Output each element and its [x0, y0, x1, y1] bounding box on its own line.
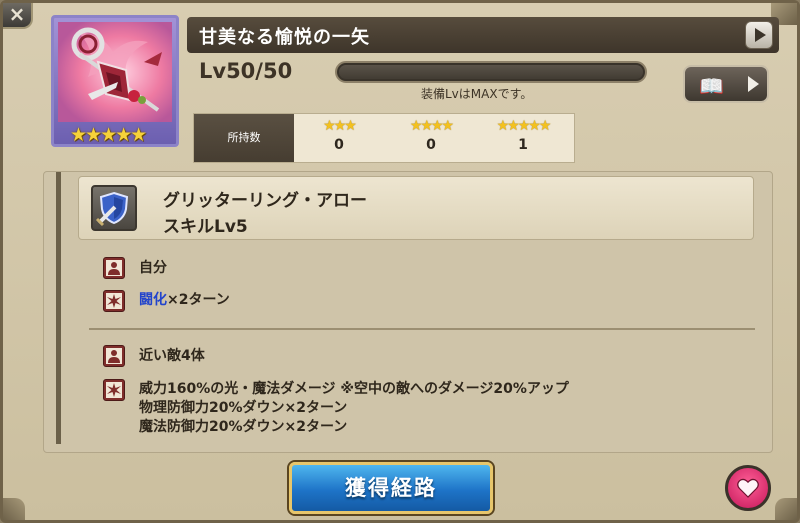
obtain-route-label: 獲得経路: [345, 476, 437, 500]
close-icon: ×: [8, 2, 26, 26]
effect-description: 闘化×2ターン: [139, 291, 230, 309]
skill-header: グリッターリング・アロー スキルLv5: [78, 176, 754, 240]
obtain-route-button[interactable]: 獲得経路: [289, 462, 493, 514]
item-title-bar: 甘美なる愉悦の一矢: [187, 17, 779, 53]
person-icon: [103, 345, 125, 367]
owned-column: ★★★★★ 1: [478, 118, 568, 153]
owned-count-label: 所持数: [194, 114, 294, 162]
scrollbar[interactable]: [56, 172, 61, 444]
person-icon: [103, 257, 125, 279]
shield-sword-icon: [91, 185, 137, 231]
effect-description: 魔法防御力20%ダウン×2ターン: [139, 419, 348, 435]
owned-column: ★★★ 0: [294, 118, 384, 153]
level-progress-fill: [339, 65, 643, 79]
owned-count-value: 0: [334, 137, 344, 153]
item-portrait: ★★★★★: [51, 15, 179, 147]
max-level-note: 装備LvはMAXです。: [421, 87, 533, 101]
burst-icon: [103, 290, 125, 312]
rarity-stars: ★★★★★: [496, 118, 552, 134]
rarity-stars: ★★★: [323, 118, 357, 134]
heart-icon: [737, 478, 759, 498]
frame-corner-ornament: [3, 498, 25, 520]
level-progress-bar: [335, 61, 647, 83]
status-keyword: 闘化: [139, 292, 167, 308]
next-item-button[interactable]: [745, 21, 773, 49]
burst-icon: [103, 379, 125, 401]
equipment-detail-window: × ★★★★★ 甘美なる愉悦の一矢 Lv50/50 装備LvはMAXです。 📖 …: [0, 0, 800, 523]
item-title: 甘美なる愉悦の一矢: [199, 27, 370, 48]
equipment-level: Lv50/50: [199, 59, 293, 83]
crossbow-weapon-icon: [58, 22, 172, 122]
play-icon: [748, 76, 759, 92]
effect-description: 威力160%の光・魔法ダメージ ※空中の敵へのダメージ20%アップ: [139, 381, 569, 397]
owned-column: ★★★★ 0: [386, 118, 476, 153]
owned-count-value: 1: [518, 137, 528, 153]
effect-description: 物理防御力20%ダウン×2ターン: [139, 400, 348, 416]
divider: [89, 328, 755, 330]
rarity-stars: ★★★★: [409, 118, 454, 134]
close-button[interactable]: ×: [3, 3, 33, 29]
frame-corner-ornament: [775, 498, 797, 520]
effect-target: 近い敵4体: [139, 348, 205, 364]
rarity-stars: ★★★★★: [70, 124, 147, 146]
book-quill-icon: 📖: [699, 74, 724, 98]
skill-name: グリッターリング・アロー: [163, 191, 367, 211]
book-button[interactable]: 📖: [683, 65, 769, 103]
owned-count-value: 0: [426, 137, 436, 153]
owned-count-table: 所持数 ★★★ 0 ★★★★ 0 ★★★★★ 1: [193, 113, 575, 163]
skill-level: スキルLv5: [163, 217, 248, 237]
effect-duration: ×2ターン: [167, 292, 230, 308]
effect-target: 自分: [139, 260, 167, 276]
favorite-button[interactable]: [725, 465, 771, 511]
